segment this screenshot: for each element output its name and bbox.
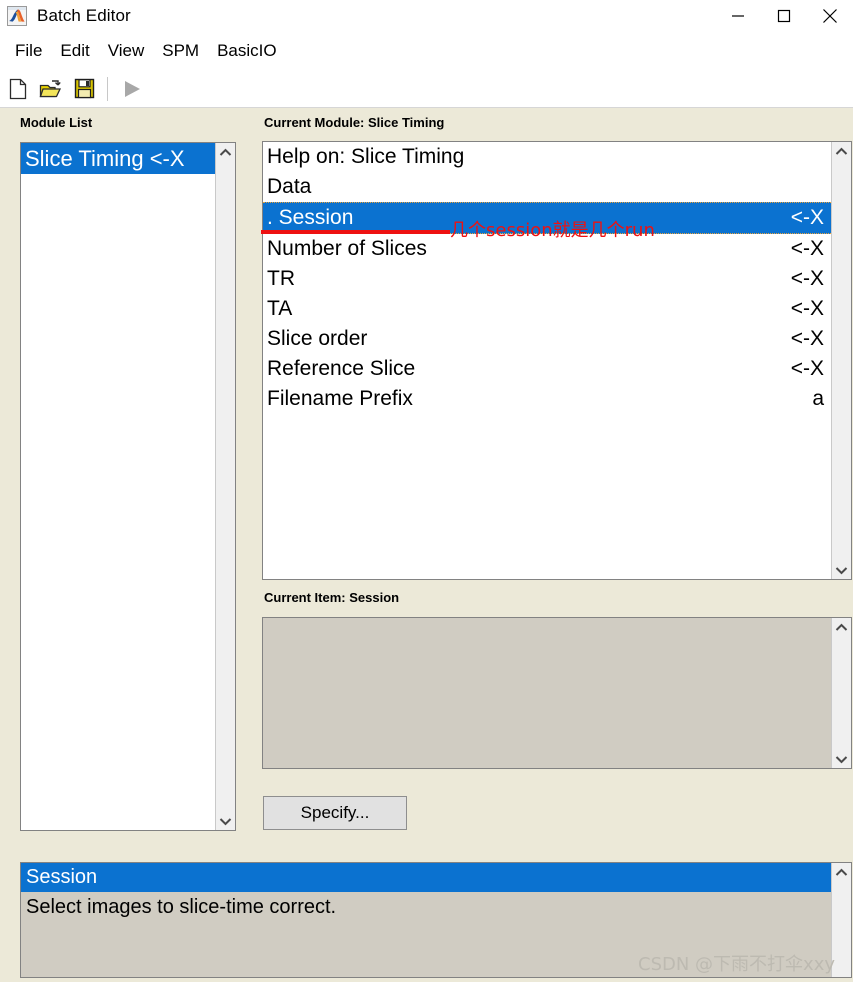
module-list-content: Slice Timing <-X [21, 143, 215, 830]
list-item-label: TR [267, 267, 295, 290]
batch-editor-window: Batch Editor File Edit View SPM BasicIO [0, 0, 853, 982]
list-item-value: <-X [790, 357, 824, 380]
module-list-scrollbar[interactable] [215, 143, 235, 830]
list-item-value: <-X [790, 237, 824, 260]
maximize-icon[interactable] [761, 0, 807, 32]
current-item-value-list[interactable] [262, 617, 852, 769]
close-icon[interactable] [807, 0, 853, 32]
title-bar: Batch Editor [0, 0, 853, 32]
menu-item-view[interactable]: View [99, 39, 154, 63]
current-module-label: Current Module: Slice Timing [264, 115, 445, 130]
list-item[interactable]: Help on: Slice Timing [263, 142, 831, 172]
list-item-value: <-X [790, 327, 824, 350]
list-item[interactable]: Reference Slice <-X [263, 354, 831, 384]
current-item-label: Current Item: Session [264, 590, 400, 605]
help-panel-body: Select images to slice-time correct. [26, 896, 337, 918]
list-item-value: <-X [790, 267, 824, 290]
scroll-up-icon[interactable] [832, 863, 852, 881]
run-play-icon[interactable] [117, 74, 147, 104]
menu-item-spm[interactable]: SPM [153, 39, 208, 63]
scroll-up-icon[interactable] [832, 142, 852, 160]
menu-item-basicio[interactable]: BasicIO [208, 39, 286, 63]
list-item-label: Slice order [267, 327, 368, 350]
list-item-label: TA [267, 297, 293, 320]
window-title: Batch Editor [37, 6, 131, 25]
help-panel-title[interactable]: Session [21, 863, 831, 892]
module-list-item-slice-timing[interactable]: Slice Timing <-X [21, 143, 215, 174]
module-item-list-scrollbar[interactable] [831, 142, 851, 579]
current-item-scrollbar[interactable] [831, 618, 851, 768]
annotation-text: 几个session就是几个run [450, 220, 655, 241]
list-item-value: <-X [790, 297, 824, 320]
scroll-down-icon[interactable] [832, 561, 852, 579]
list-item-value: a [812, 387, 824, 410]
list-item-label: Data [267, 175, 312, 198]
window-controls [715, 0, 853, 32]
list-item-label: Reference Slice [267, 357, 416, 380]
scroll-up-icon[interactable] [216, 143, 236, 161]
annotation-underline [261, 230, 450, 234]
toolbar-separator [107, 76, 108, 101]
open-folder-icon[interactable] [36, 74, 66, 104]
list-item[interactable]: Data [263, 172, 831, 202]
list-item[interactable]: Filename Prefix a [263, 384, 831, 414]
matlab-icon [7, 6, 27, 26]
list-item-label: Help on: Slice Timing [267, 145, 465, 168]
module-item-list[interactable]: Help on: Slice Timing Data . Session <-X… [262, 141, 852, 580]
save-disk-icon[interactable] [69, 74, 99, 104]
current-item-value-content [263, 618, 831, 768]
module-list[interactable]: Slice Timing <-X [20, 142, 236, 831]
specify-button[interactable]: Specify... [263, 796, 407, 830]
new-file-icon[interactable] [3, 74, 33, 104]
menu-item-file[interactable]: File [6, 39, 51, 63]
menu-item-edit[interactable]: Edit [51, 39, 98, 63]
list-item[interactable]: TR <-X [263, 264, 831, 294]
list-item-value: <-X [790, 206, 824, 229]
module-item-list-content: Help on: Slice Timing Data . Session <-X… [263, 142, 831, 579]
toolbar [0, 70, 853, 108]
scroll-down-icon[interactable] [832, 750, 852, 768]
watermark: CSDN @下雨不打伞xxy [638, 954, 835, 975]
module-list-label: Module List [20, 115, 93, 130]
minimize-icon[interactable] [715, 0, 761, 32]
list-item[interactable]: TA <-X [263, 294, 831, 324]
list-item[interactable]: Slice order <-X [263, 324, 831, 354]
scroll-down-icon[interactable] [216, 812, 236, 830]
scroll-up-icon[interactable] [832, 618, 852, 636]
menu-bar: File Edit View SPM BasicIO [0, 36, 853, 66]
list-item-label: Filename Prefix [267, 387, 413, 410]
